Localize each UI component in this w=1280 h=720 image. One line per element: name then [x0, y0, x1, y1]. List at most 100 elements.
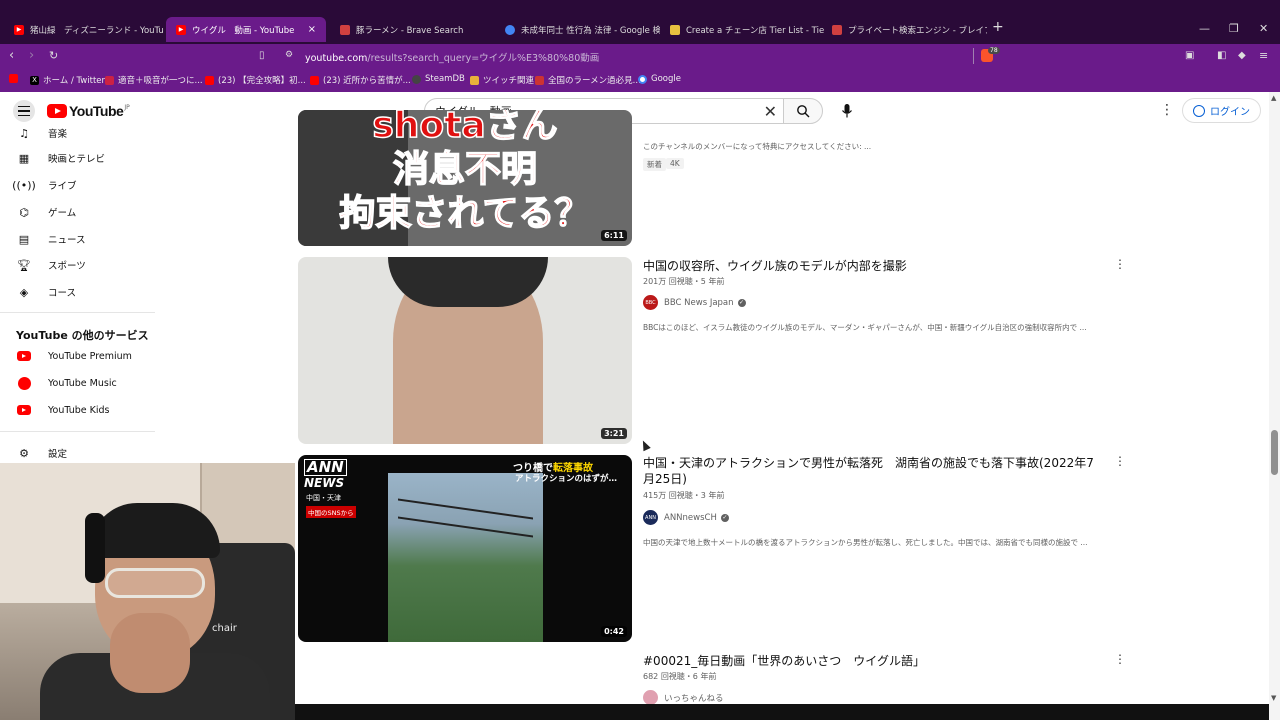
video-thumbnail[interactable]: ANN NEWS 中国・天津 中国のSNSから つり橋で転落事故 アトラクション… — [298, 455, 632, 642]
channel-link[interactable]: BBC BBC News Japan ✓ — [643, 295, 746, 310]
bookmark-icon[interactable]: ▯ — [259, 50, 265, 61]
verified-icon: ✓ — [737, 298, 746, 307]
sidebar-item-music[interactable]: ♫ 音楽 — [0, 120, 155, 146]
youtube-premium-icon — [17, 351, 31, 361]
login-button[interactable]: ログイン — [1182, 98, 1261, 123]
music-note-icon: ♫ — [19, 126, 29, 140]
bookmark-item[interactable]: (23) 近所から苦情が... — [310, 74, 411, 86]
youtube-icon — [205, 75, 214, 85]
browser-tab[interactable]: ▶ 猪山緑 ディズニーランド - YouTube — [4, 17, 164, 42]
youtube-play-icon — [47, 104, 67, 118]
site-icon — [535, 75, 544, 85]
video-title[interactable]: 中国・天津のアトラクションで男性が転落死 湖南省の施設でも落下事故(2022年7… — [643, 455, 1103, 487]
browser-tab[interactable]: Create a チェーン店 Tier List - TierMake — [660, 17, 825, 42]
tab-label: 猪山緑 ディズニーランド - YouTube — [30, 25, 164, 36]
site-icon — [105, 75, 114, 85]
new-tab-button[interactable]: + — [992, 19, 1004, 35]
browser-tab[interactable]: プライベート検索エンジン - ブレイブ検索 — [822, 17, 987, 42]
channel-link[interactable]: ANN ANNnewsCH ✓ — [643, 510, 729, 525]
minimize-button[interactable]: — — [1199, 22, 1210, 35]
browser-tab-bar: ▶ 猪山緑 ディズニーランド - YouTube ▶ ウイグル 動画 - You… — [0, 0, 1280, 44]
browser-tab[interactable]: 未成年同士 性行為 法律 - Google 検 — [495, 17, 660, 42]
sidebar-item-courses[interactable]: ◈ コース — [0, 279, 155, 305]
sidebar-item-youtube-premium[interactable]: YouTube Premium — [0, 343, 155, 369]
close-window-button[interactable]: ✕ — [1259, 22, 1268, 35]
microphone-icon — [842, 104, 852, 118]
course-icon: ◈ — [19, 285, 29, 299]
more-actions-icon[interactable]: ⋮ — [1114, 652, 1126, 666]
more-actions-icon[interactable]: ⋮ — [1114, 257, 1126, 271]
sidebar-item-youtube-kids[interactable]: YouTube Kids — [0, 397, 155, 423]
browser-tab[interactable]: 豚ラーメン - Brave Search — [330, 17, 495, 42]
bookmark-item[interactable]: 全国のラーメン過必見... — [535, 74, 641, 86]
video-meta: 682 回視聴・6 年前 — [643, 672, 717, 681]
tab-close-icon[interactable]: × — [300, 24, 316, 35]
video-meta: 415万 回視聴・3 年前 — [643, 491, 725, 500]
more-actions-icon[interactable]: ⋮ — [1114, 454, 1126, 468]
hamburger-menu-icon[interactable] — [13, 100, 35, 122]
sidebar-item-youtube-music[interactable]: YouTube Music — [0, 370, 155, 396]
tab-label: ウイグル 動画 - YouTube — [192, 25, 295, 36]
menu-icon[interactable]: ≡ — [1259, 49, 1268, 62]
video-title[interactable]: 中国の収容所、ウイグル族のモデルが内部を撮影 — [643, 258, 1103, 274]
voice-search-button[interactable] — [834, 98, 860, 124]
video-thumbnail[interactable]: shotaさん 消息不明 拘束されてる？ 6:11 — [298, 110, 632, 246]
gamepad-icon: ⌬ — [19, 205, 29, 219]
clear-search-icon[interactable]: ✕ — [764, 102, 777, 121]
bookmark-item[interactable]: X ホーム / Twitter — [30, 74, 105, 86]
channel-link[interactable]: いっちゃんねる — [643, 690, 724, 705]
scroll-up-icon[interactable]: ▲ — [1271, 94, 1276, 102]
youtube-kids-icon — [17, 405, 31, 415]
brave-favicon-icon — [832, 24, 842, 35]
new-badge: 新着 — [643, 158, 666, 171]
sidebar-toggle-icon[interactable]: ◧ — [1217, 50, 1226, 61]
news-icon: ▤ — [18, 232, 30, 246]
youtube-icon — [9, 74, 18, 83]
divider — [973, 48, 974, 64]
gear-icon: ⚙ — [19, 446, 29, 460]
bookmark-item[interactable]: Google — [638, 74, 681, 84]
divider — [0, 431, 155, 432]
sidebar-item-gaming[interactable]: ⌬ ゲーム — [0, 199, 155, 225]
youtube-logo[interactable]: YouTube JP — [47, 103, 130, 119]
vpn-icon[interactable]: ◆ — [1238, 50, 1246, 61]
tiermaker-favicon-icon — [670, 24, 680, 35]
youtube-favicon-icon: ▶ — [14, 24, 24, 35]
settings-kebab-icon[interactable]: ⋮ — [1160, 102, 1174, 118]
scrollbar-track[interactable] — [1269, 92, 1280, 720]
sidebar-item-sports[interactable]: 🏆︎ スポーツ — [0, 252, 155, 278]
url-field[interactable]: youtube.com/results?search_query=ウイグル%E3… — [305, 50, 599, 64]
bookmark-item[interactable]: 適音＋吸音が一つに... — [105, 74, 203, 86]
sidebar-item-live[interactable]: ((•)) ライブ — [0, 172, 155, 198]
bookmark-item[interactable]: SteamDB — [412, 74, 465, 84]
bookmark-item[interactable]: (23) 【完全攻略】初... — [205, 74, 306, 86]
address-bar-row: ‹ › ↻ ▯ ⚙ youtube.com/results?search_que… — [0, 44, 1280, 68]
tab-label: プライベート検索エンジン - ブレイブ検索 — [848, 25, 987, 36]
maximize-button[interactable]: ❐ — [1229, 22, 1239, 35]
scrollbar-thumb[interactable] — [1271, 430, 1278, 475]
video-description: BBCはこのほど、イスラム教徒のウイグル族のモデル、マーダン・ギャパーさんが、中… — [643, 323, 1087, 332]
video-title[interactable]: #00021_毎日動画「世界のあいさつ ウイグル語」 — [643, 653, 1103, 669]
video-thumbnail[interactable]: 3:21 — [298, 257, 632, 444]
forward-arrow-icon[interactable]: › — [29, 48, 34, 63]
tab-label: Create a チェーン店 Tier List - TierMake — [686, 25, 825, 36]
account-icon — [1193, 104, 1205, 117]
tab-label: 豚ラーメン - Brave Search — [356, 25, 464, 36]
browser-tab-active[interactable]: ▶ ウイグル 動画 - YouTube × — [166, 17, 326, 42]
bookmark-folder[interactable]: ツイッチ関連 — [470, 74, 534, 86]
scroll-down-icon[interactable]: ▼ — [1271, 694, 1276, 702]
video-description: このチャンネルのメンバーになって特典にアクセスしてください: ... — [643, 142, 872, 151]
wallet-icon[interactable]: ▣ — [1185, 50, 1194, 61]
channel-avatar: ANN — [643, 510, 658, 525]
back-arrow-icon[interactable]: ‹ — [9, 48, 14, 63]
sidebar-item-news[interactable]: ▤ ニュース — [0, 226, 155, 252]
url-host: youtube.com — [305, 53, 368, 64]
sidebar-item-movies[interactable]: ▦ 映画とテレビ — [0, 145, 155, 171]
youtube-icon — [310, 75, 319, 85]
reload-icon[interactable]: ↻ — [49, 49, 58, 62]
bookmark-item[interactable] — [9, 74, 22, 83]
steam-icon — [412, 74, 421, 84]
search-button[interactable] — [783, 98, 823, 124]
site-info-icon[interactable]: ⚙ — [285, 50, 293, 60]
video-description: 中国の天津で地上数十メートルの橋を渡るアトラクションから男性が転落し、死亡しまし… — [643, 538, 1088, 547]
